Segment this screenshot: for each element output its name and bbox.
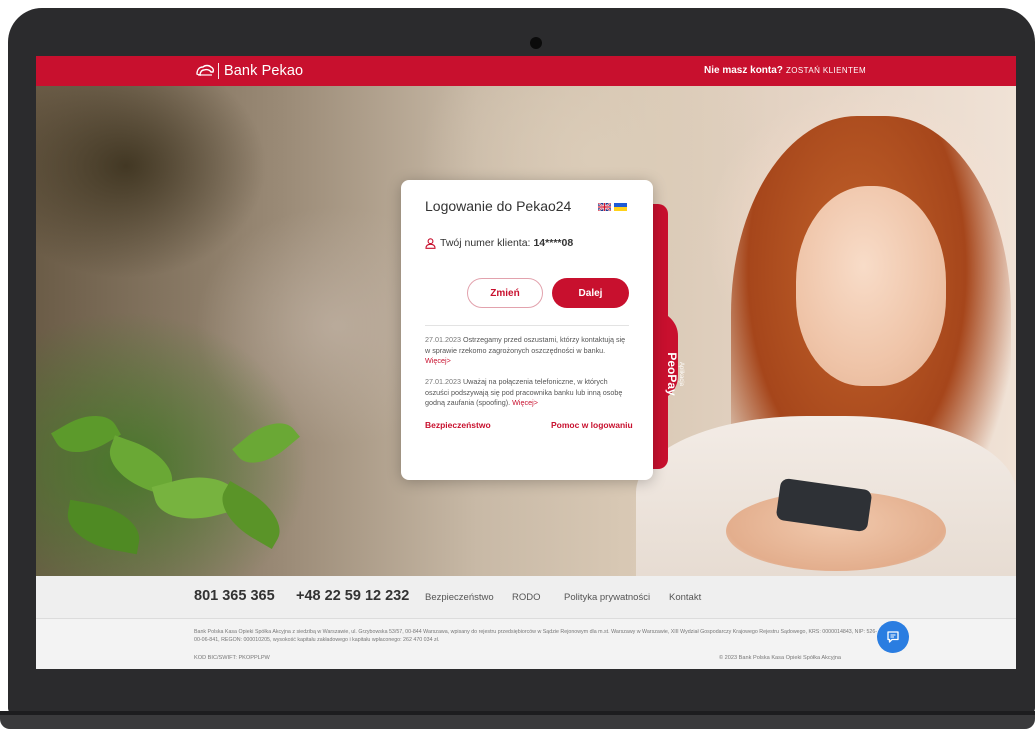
footer-contact-bar: 801 365 365 +48 22 59 12 232 Bezpieczeńs… xyxy=(36,576,1016,619)
camera-icon xyxy=(530,37,542,49)
phone-number-1[interactable]: 801 365 365 xyxy=(194,588,275,604)
footer-link-privacy[interactable]: Polityka prywatności xyxy=(564,592,650,603)
ua-flag-icon[interactable] xyxy=(614,203,627,211)
copyright-text: © 2023 Bank Polska Kasa Opieki Spółka Ak… xyxy=(719,655,841,661)
news-more-link[interactable]: Więcej> xyxy=(425,356,451,365)
chat-icon xyxy=(887,631,899,643)
plant-leaf xyxy=(62,499,145,555)
bison-logo-icon xyxy=(196,64,215,76)
swift-code: KOD BIC/SWIFT: PKOPPLPW xyxy=(194,655,270,661)
login-help-link[interactable]: Pomoc w logowaniu xyxy=(551,420,633,430)
woman-face xyxy=(796,186,946,386)
top-bar: Bank Pekao Nie masz konta? ZOSTAŃ KLIENT… xyxy=(36,56,1016,86)
client-number-value: 14****08 xyxy=(533,237,574,249)
language-switcher xyxy=(598,203,627,211)
news-date: 27.01.2023 xyxy=(425,335,461,344)
change-button[interactable]: Zmień xyxy=(467,278,543,308)
news-item: 27.01.2023 Ostrzegamy przed oszustami, k… xyxy=(425,335,631,367)
news-item: 27.01.2023 Uważaj na połączenia telefoni… xyxy=(425,377,631,409)
next-button[interactable]: Dalej xyxy=(552,278,629,308)
client-number-label: Twój numer klienta: xyxy=(440,237,531,249)
plant-leaf xyxy=(211,481,291,549)
become-client-link[interactable]: ZOSTAŃ KLIENTEM xyxy=(786,66,866,75)
logo-separator xyxy=(218,63,219,79)
footer-legal-bar: Bank Polska Kasa Opieki Spółka Akcyjna z… xyxy=(36,619,1016,669)
bank-logo[interactable]: Bank Pekao xyxy=(195,62,303,80)
login-title: Logowanie do Pekao24 xyxy=(425,198,572,214)
plant-leaf xyxy=(232,410,300,476)
news-more-link[interactable]: Więcej> xyxy=(512,398,538,407)
legal-text: Bank Polska Kasa Opieki Spółka Akcyjna z… xyxy=(194,629,878,643)
no-account-text: Nie masz konta? xyxy=(704,65,783,76)
peopay-big-text: PeoPay xyxy=(665,352,679,396)
chat-button[interactable] xyxy=(877,621,909,653)
footer-link-security[interactable]: Bezpieczeństwo xyxy=(425,592,494,603)
screen: Bank Pekao Nie masz konta? ZOSTAŃ KLIENT… xyxy=(36,56,1016,669)
login-card: Logowanie do Pekao24 Twój numer klienta:… xyxy=(401,180,653,480)
card-divider xyxy=(425,325,629,326)
news-date: 27.01.2023 xyxy=(425,377,461,386)
laptop-base-lip xyxy=(0,711,1035,715)
peopay-label[interactable]: Aplikacja PeoPay xyxy=(660,334,684,414)
phone-number-2[interactable]: +48 22 59 12 232 xyxy=(296,588,409,604)
user-icon xyxy=(425,237,436,249)
footer-link-contact[interactable]: Kontakt xyxy=(669,592,701,603)
footer-link-rodo[interactable]: RODO xyxy=(512,592,541,603)
client-number-row: Twój numer klienta: 14****08 xyxy=(425,237,573,249)
en-flag-icon[interactable] xyxy=(598,203,611,211)
logo-text: Bank Pekao xyxy=(224,63,304,79)
security-link[interactable]: Bezpieczeństwo xyxy=(425,420,491,430)
